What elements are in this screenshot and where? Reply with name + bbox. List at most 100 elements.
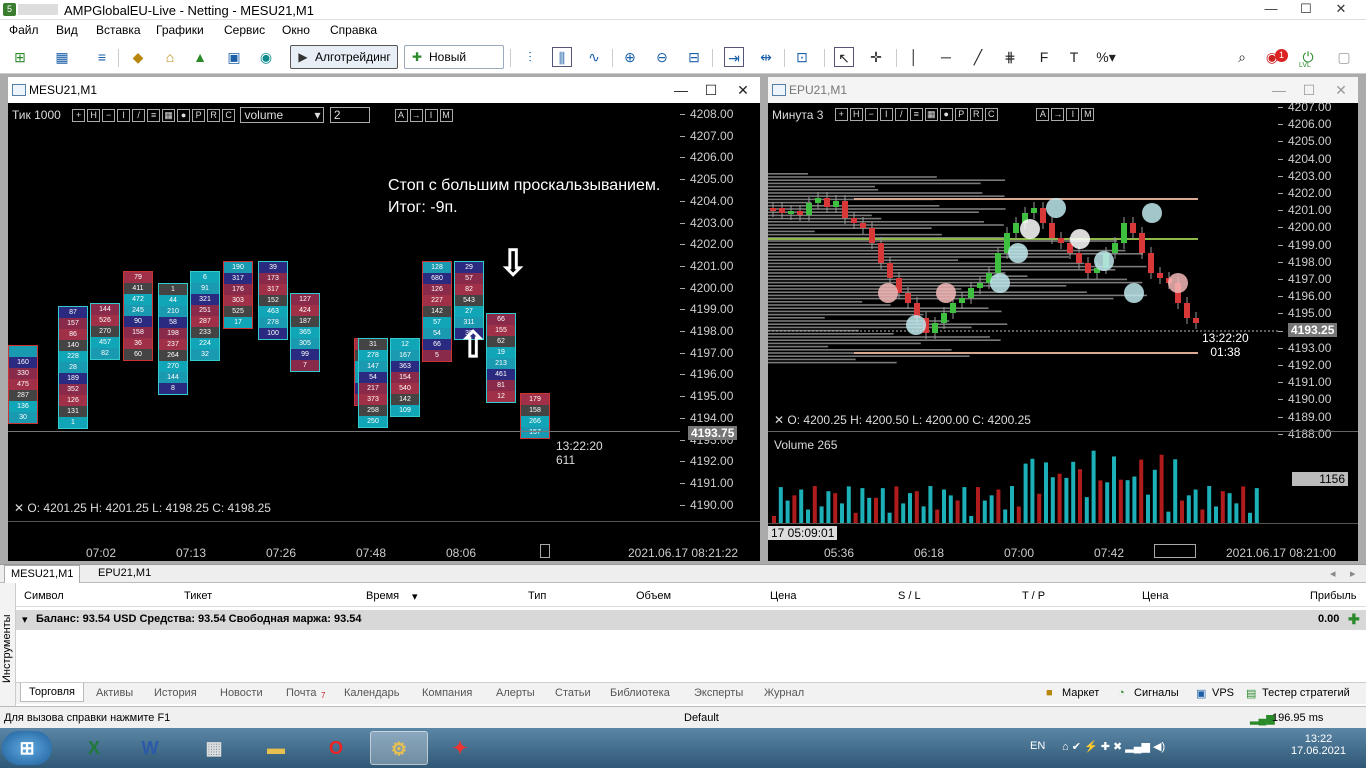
panel-button-slash[interactable]: /	[132, 108, 146, 122]
panel-button-arrow[interactable]: →	[409, 108, 423, 122]
fibonacci-icon[interactable]: F	[1034, 47, 1054, 67]
scroll-marker[interactable]	[1154, 544, 1196, 558]
menu-tools[interactable]: Сервис	[224, 23, 265, 37]
tab-trade[interactable]: Торговля	[20, 683, 84, 702]
panel-button-minus[interactable]: −	[102, 108, 116, 122]
minimize-button[interactable]: —	[1256, 0, 1286, 19]
panel-button-m[interactable]: M	[1081, 108, 1095, 122]
search-user-icon[interactable]: ◉	[256, 47, 276, 67]
menu-view[interactable]: Вид	[56, 23, 78, 37]
panel-button-minus[interactable]: −	[864, 108, 878, 122]
tile-windows-icon[interactable]: ⊟	[684, 47, 704, 67]
panel-button-bracket[interactable]: I	[424, 108, 438, 122]
chart-tab-mesu21[interactable]: MESU21,M1	[4, 565, 81, 583]
line-chart-icon[interactable]: ∿	[584, 47, 604, 67]
panel-button-h[interactable]: H	[849, 108, 863, 122]
text-icon[interactable]: T	[1064, 47, 1084, 67]
panel-button-plus[interactable]: +	[72, 108, 86, 122]
lock-icon[interactable]: ⌂	[160, 47, 180, 67]
tab-journal[interactable]: Журнал	[764, 687, 804, 699]
tab-articles[interactable]: Статьи	[555, 687, 591, 699]
collapse-icon[interactable]: ▾	[22, 613, 28, 626]
tab-library[interactable]: Библиотека	[610, 687, 670, 699]
explorer-icon[interactable]: ▬	[250, 731, 302, 765]
new-order-button[interactable]: ✚ Новый ордер	[404, 45, 504, 86]
navigator-icon[interactable]: ◆	[128, 47, 148, 67]
panel-button-lines[interactable]: ≡	[147, 108, 161, 122]
channel-icon[interactable]: ⋕	[1000, 47, 1020, 67]
tab-scroll-left-icon[interactable]: ◂	[1324, 567, 1342, 580]
panel-button-slash[interactable]: /	[894, 108, 908, 122]
app-icon[interactable]: ✦	[434, 731, 486, 765]
panel-button-c[interactable]: C	[222, 108, 236, 122]
candlestick-icon[interactable]: ⫼	[552, 47, 572, 67]
panel-button-dot[interactable]: ●	[177, 108, 191, 122]
panel-button-m[interactable]: M	[439, 108, 453, 122]
start-button[interactable]: ⊞	[2, 731, 52, 765]
horizontal-line-icon[interactable]: ─	[936, 47, 956, 67]
tab-mail[interactable]: Почта	[286, 687, 317, 699]
chart-minimize-button[interactable]: —	[670, 80, 692, 100]
tray-icons[interactable]: ⌂ ✔ ⚡ ✚ ✖ ▂▄▆ ◀)	[1062, 740, 1165, 753]
metatrader-icon[interactable]: ⚙	[370, 731, 428, 765]
menu-file[interactable]: Файл	[9, 23, 39, 37]
panel-button-a[interactable]: A	[394, 108, 408, 122]
opera-icon[interactable]: O	[310, 731, 362, 765]
menu-help[interactable]: Справка	[330, 23, 377, 37]
vertical-line-icon[interactable]: │	[904, 47, 924, 67]
panel-button-a[interactable]: A	[1036, 108, 1050, 122]
zoom-out-icon[interactable]: ⊖	[652, 47, 672, 67]
autoscroll-icon[interactable]: ⇥	[724, 47, 744, 67]
tab-alerts[interactable]: Алерты	[496, 687, 535, 699]
panel-button-bracket[interactable]: I	[1066, 108, 1080, 122]
algotrading-button[interactable]: ▶ Алготрейдинг	[290, 45, 398, 69]
new-chart-icon[interactable]: ⊞	[10, 47, 30, 67]
signals-icon[interactable]: ▲	[190, 47, 210, 67]
tab-scroll-right-icon[interactable]: ▸	[1344, 567, 1362, 580]
word-icon[interactable]: W	[124, 731, 176, 765]
panel-button-h[interactable]: H	[87, 108, 101, 122]
chart-close-button[interactable]: ✕	[1330, 80, 1352, 100]
panel-button-grid[interactable]: ▦	[162, 108, 176, 122]
panel-button-p[interactable]: P	[954, 108, 968, 122]
excel-icon[interactable]: X	[68, 731, 120, 765]
chart-close-button[interactable]: ✕	[732, 80, 754, 100]
tab-strategy-tester[interactable]: Тестер стратегий	[1262, 687, 1350, 699]
toolbox-sidebar[interactable]: Инструменты	[0, 583, 16, 707]
tab-calendar[interactable]: Календарь	[344, 687, 400, 699]
tab-experts[interactable]: Эксперты	[694, 687, 743, 699]
panel-button-grid[interactable]: ▦	[924, 108, 938, 122]
chart-minimize-button[interactable]: —	[1268, 80, 1290, 100]
calculator-icon[interactable]: ▦	[188, 731, 240, 765]
indicators-icon[interactable]: ⊡	[792, 47, 812, 67]
panel-button-i[interactable]: I	[879, 108, 893, 122]
panel-button-c[interactable]: C	[984, 108, 998, 122]
close-button[interactable]: ✕	[1326, 0, 1356, 19]
panel-button-lines[interactable]: ≡	[909, 108, 923, 122]
volume-dropdown[interactable]: volume ▾	[240, 107, 325, 123]
tab-assets[interactable]: Активы	[96, 687, 133, 699]
add-icon[interactable]: ✚	[1348, 611, 1360, 628]
clock[interactable]: 13:22 17.06.2021	[1291, 733, 1346, 757]
tab-news[interactable]: Новости	[220, 687, 263, 699]
menu-insert[interactable]: Вставка	[96, 23, 141, 37]
menu-window[interactable]: Окно	[282, 23, 310, 37]
volume-subwindow[interactable]: Volume 265	[768, 431, 1278, 523]
tab-market[interactable]: Маркет	[1062, 687, 1099, 699]
panel-button-dot[interactable]: ●	[939, 108, 953, 122]
trendline-icon[interactable]: ╱	[968, 47, 988, 67]
chart-shift-icon[interactable]: ⇹	[756, 47, 776, 67]
panel-button-plus[interactable]: +	[834, 108, 848, 122]
market-watch-icon[interactable]: ≡	[92, 47, 112, 67]
tab-signals[interactable]: Сигналы	[1134, 687, 1179, 699]
chart-tab-epu21[interactable]: EPU21,M1	[92, 567, 157, 579]
tab-vps[interactable]: VPS	[1212, 687, 1234, 699]
right-price-axis[interactable]: 4207.00 4206.00 4205.00 4204.00 4203.00 4202.…	[1278, 100, 1358, 441]
spin-input[interactable]: 2	[329, 107, 370, 123]
bar-chart-icon[interactable]: ⫶	[520, 47, 540, 67]
chart-maximize-button[interactable]: ☐	[1298, 80, 1320, 100]
scroll-marker[interactable]	[540, 544, 550, 558]
left-chart-plot[interactable]: Тик 1000 + H − I / ≡ ▦ ● P R C volume ▾ 2 A → I M 160 3…	[8, 103, 680, 521]
crosshair-icon[interactable]: ✛	[866, 47, 886, 67]
chart-maximize-button[interactable]: ☐	[700, 80, 722, 100]
